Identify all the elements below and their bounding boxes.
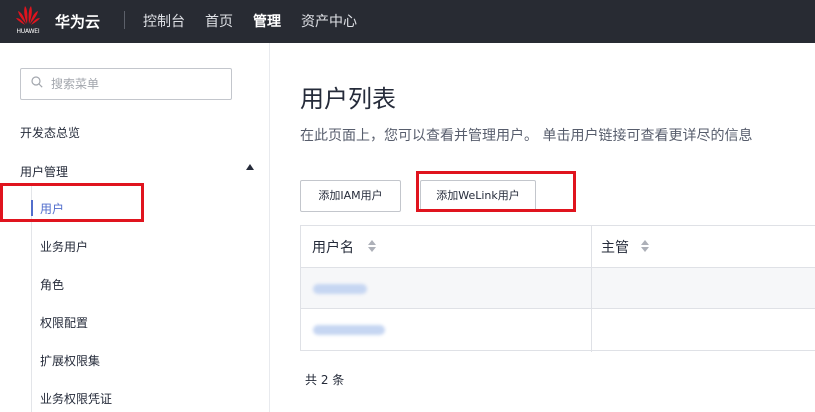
table-row[interactable] — [301, 268, 815, 309]
nav-divider — [124, 11, 125, 29]
sidebar: 开发态总览 用户管理 用户 业务用户 角色 权限配置 扩展权限集 业务权限凭证 — [0, 43, 270, 412]
column-header-username[interactable]: 用户名 — [312, 237, 354, 257]
logo-text: HUAWEI — [16, 28, 40, 35]
highlight-users-menu — [0, 183, 144, 222]
sidebar-item-roles[interactable]: 角色 — [40, 276, 64, 293]
sidebar-item-permission-config[interactable]: 权限配置 — [40, 314, 88, 331]
top-navigation-bar: HUAWEI 华为云 控制台 首页 管理 资产中心 — [0, 0, 815, 43]
menu-search-box[interactable] — [20, 68, 232, 100]
caret-up-icon[interactable] — [246, 164, 254, 170]
add-iam-user-button[interactable]: 添加IAM用户 — [300, 180, 401, 212]
sidebar-item-dev-overview[interactable]: 开发态总览 — [20, 124, 80, 141]
page-title: 用户列表 — [300, 85, 396, 113]
brand-name[interactable]: 华为云 — [55, 11, 100, 32]
sidebar-item-business-permission-credentials[interactable]: 业务权限凭证 — [40, 390, 112, 407]
huawei-logo[interactable]: HUAWEI — [14, 4, 42, 38]
sidebar-item-business-users[interactable]: 业务用户 — [40, 238, 88, 255]
highlight-add-welink-button — [416, 171, 576, 212]
search-icon — [31, 76, 43, 88]
sidebar-group-user-management[interactable]: 用户管理 — [20, 163, 68, 180]
nav-home[interactable]: 首页 — [205, 11, 233, 31]
column-separator — [591, 226, 592, 352]
page-description: 在此页面上，您可以查看并管理用户。 单击用户链接可查看更详尽的信息 — [300, 128, 753, 144]
search-input[interactable] — [51, 74, 221, 94]
table-header: 用户名 主管 — [301, 226, 815, 268]
redacted-username-link[interactable] — [313, 325, 385, 335]
sidebar-item-extended-permission-sets[interactable]: 扩展权限集 — [40, 352, 100, 369]
sort-icon[interactable] — [641, 240, 649, 252]
sort-icon[interactable] — [368, 240, 376, 252]
total-count: 共 2 条 — [305, 373, 345, 387]
column-header-manager[interactable]: 主管 — [601, 237, 629, 257]
nav-console[interactable]: 控制台 — [143, 11, 185, 31]
nav-manage[interactable]: 管理 — [253, 11, 281, 31]
redacted-username-link[interactable] — [313, 284, 367, 294]
table-row[interactable] — [301, 309, 815, 350]
user-table: 用户名 主管 — [300, 225, 815, 352]
nav-resource-center[interactable]: 资产中心 — [301, 11, 357, 31]
huawei-flower-icon — [16, 6, 40, 25]
